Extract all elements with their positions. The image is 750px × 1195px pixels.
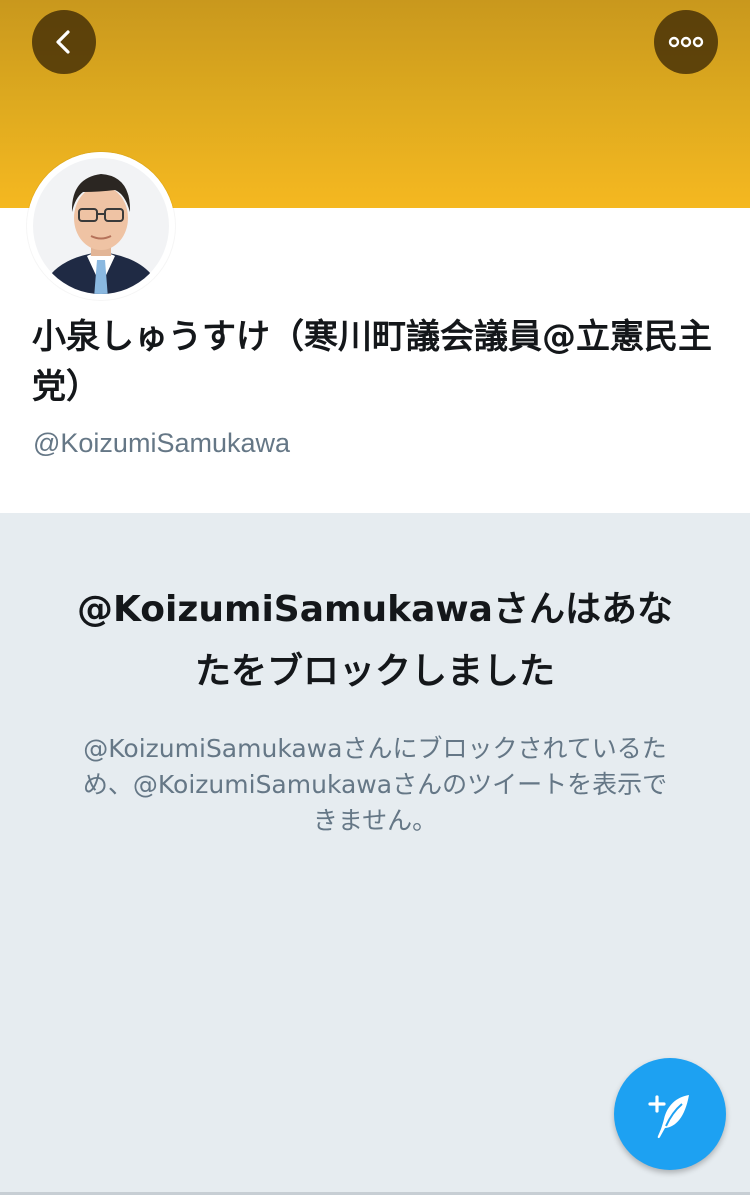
profile-photo	[27, 152, 175, 300]
chevron-left-icon	[56, 30, 70, 54]
more-options-button[interactable]	[654, 10, 718, 74]
avatar[interactable]	[27, 152, 175, 300]
profile-display-name: 小泉しゅうすけ（寒川町議会議員@立憲民主党）	[32, 317, 712, 407]
blocked-title: @KoizumiSamukawaさんはあなたをブロックしました	[77, 589, 673, 692]
compose-tweet-icon	[648, 1095, 689, 1139]
compose-tweet-button[interactable]	[614, 1058, 726, 1170]
more-horizontal-icon	[668, 36, 704, 48]
profile-handle: @KoizumiSamukawa	[33, 428, 291, 458]
blocked-description: @KoizumiSamukawaさんにブロックされているため、@KoizumiS…	[82, 734, 668, 835]
back-button[interactable]	[32, 10, 96, 74]
